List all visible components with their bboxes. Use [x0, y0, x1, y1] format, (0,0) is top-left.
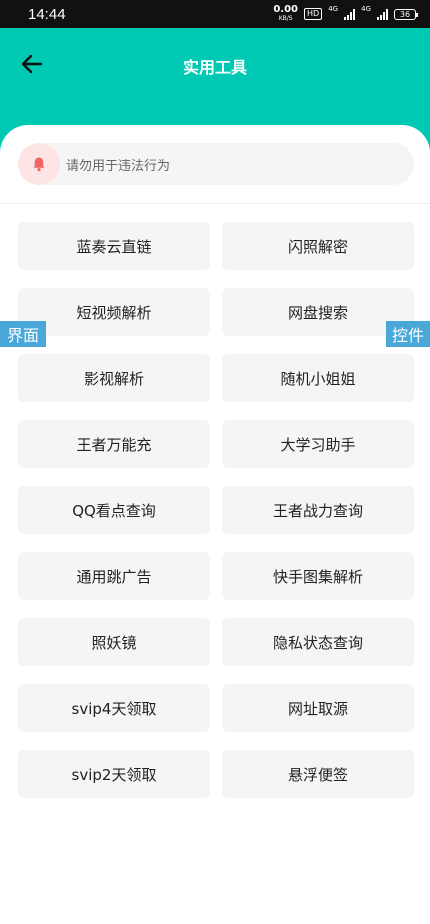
- tool-button[interactable]: 照妖镜: [18, 618, 210, 666]
- tool-grid: 蓝奏云直链 闪照解密 短视频解析 网盘搜索 影视解析 随机小姐姐 王者万能充 大…: [18, 222, 414, 798]
- net-speed-unit: KB/S: [278, 15, 293, 22]
- header: 实用工具 请勿用于违法行为 蓝奏云直链 闪照解密 短视频解析 网盘搜索 影视解析…: [0, 28, 430, 924]
- status-bar: 14:44 0.00 KB/S HD 4G 4G 36: [0, 0, 430, 28]
- tool-button[interactable]: 大学习助手: [222, 420, 414, 468]
- status-time: 14:44: [28, 5, 66, 23]
- battery-icon: 36: [394, 8, 418, 20]
- notice-text: 请勿用于违法行为: [66, 158, 171, 174]
- tool-button[interactable]: 隐私状态查询: [222, 618, 414, 666]
- tool-button[interactable]: svip2天领取: [18, 750, 210, 798]
- notice-bar: 请勿用于违法行为: [18, 143, 414, 185]
- page-title: 实用工具: [182, 58, 247, 77]
- tool-button[interactable]: 王者战力查询: [222, 486, 414, 534]
- signal-icon-2: [377, 8, 388, 20]
- status-indicators: 0.00 KB/S HD 4G 4G 36: [273, 5, 418, 23]
- side-tag-right[interactable]: 控件: [386, 321, 430, 347]
- tool-button[interactable]: QQ看点查询: [18, 486, 210, 534]
- tool-button[interactable]: 悬浮便签: [222, 750, 414, 798]
- content-panel: 请勿用于违法行为 蓝奏云直链 闪照解密 短视频解析 网盘搜索 影视解析 随机小姐…: [0, 125, 430, 924]
- net-speed-value: 0.00: [273, 4, 299, 15]
- tool-button[interactable]: 闪照解密: [222, 222, 414, 270]
- tool-button[interactable]: 网址取源: [222, 684, 414, 732]
- signal-label-1: 4G: [328, 5, 339, 13]
- tool-button[interactable]: svip4天领取: [18, 684, 210, 732]
- tool-button[interactable]: 随机小姐姐: [222, 354, 414, 402]
- battery-level: 36: [399, 9, 411, 19]
- tool-button[interactable]: 短视频解析: [18, 288, 210, 336]
- tool-button[interactable]: 通用跳广告: [18, 552, 210, 600]
- net-speed: 0.00 KB/S: [273, 5, 298, 23]
- signal-label-2: 4G: [361, 5, 371, 13]
- tool-button[interactable]: 影视解析: [18, 354, 210, 402]
- tool-button[interactable]: 快手图集解析: [222, 552, 414, 600]
- side-tag-left[interactable]: 界面: [0, 321, 46, 347]
- tool-button[interactable]: 王者万能充: [18, 420, 210, 468]
- tool-button[interactable]: 蓝奏云直链: [18, 222, 210, 270]
- hd-badge: HD: [304, 8, 323, 20]
- divider: [0, 203, 430, 204]
- bell-icon: [18, 143, 60, 185]
- signal-icon: [344, 8, 356, 20]
